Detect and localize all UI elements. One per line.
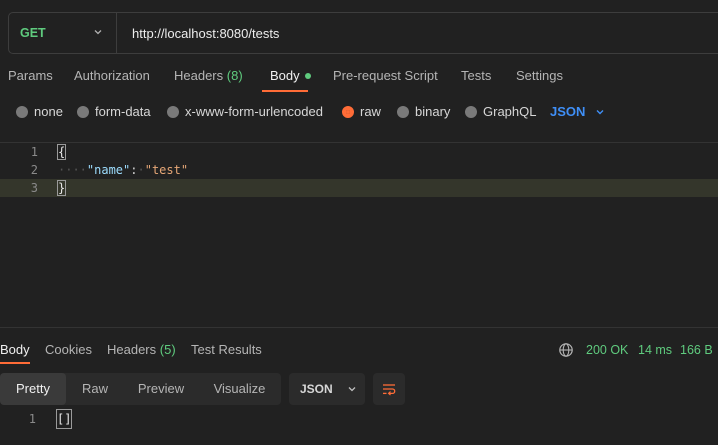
response-active-tab-underline	[0, 362, 30, 364]
wrap-lines-icon	[383, 384, 396, 396]
line-code: {	[56, 143, 67, 161]
globe-icon[interactable]	[558, 342, 574, 358]
response-language-label: JSON	[300, 382, 333, 396]
chevron-down-icon	[596, 109, 604, 114]
body-language-select[interactable]: JSON	[550, 104, 607, 119]
response-json-array: []	[55, 409, 73, 429]
format-visualize-button[interactable]: Visualize	[198, 373, 281, 405]
response-tab-headers-count: (5)	[159, 342, 176, 357]
tab-headers[interactable]: Headers (8)	[174, 60, 243, 92]
radio-label: form-data	[95, 104, 151, 119]
space-whitespace: ·	[137, 163, 145, 177]
tab-settings[interactable]: Settings	[516, 60, 563, 92]
radio-circle	[77, 105, 89, 118]
tab-prerequest-script[interactable]: Pre-request Script	[333, 60, 438, 92]
line-code: ····"name":·"test"	[58, 161, 188, 179]
response-tab-headers[interactable]: Headers (5)	[107, 336, 176, 364]
radio-form-data[interactable]: form-data	[77, 104, 151, 119]
method-label: GET	[20, 26, 46, 40]
radio-graphql[interactable]: GraphQL	[465, 104, 536, 119]
tab-authorization[interactable]: Authorization	[74, 60, 150, 92]
tab-headers-count: (8)	[226, 68, 243, 83]
request-bar: GET http://localhost:8080/tests	[8, 12, 718, 54]
chevron-down-icon	[94, 30, 102, 35]
response-format-toolbar: Pretty Raw Preview Visualize	[0, 373, 281, 405]
response-size[interactable]: 166 B	[680, 336, 713, 364]
radio-label: GraphQL	[483, 104, 537, 119]
radio-circle	[465, 105, 477, 118]
tab-body-label: Body	[270, 68, 300, 83]
method-select[interactable]: GET	[9, 13, 117, 53]
line-code: }	[56, 179, 67, 197]
response-time[interactable]: 14 ms	[638, 336, 672, 364]
format-raw-button[interactable]: Raw	[66, 373, 124, 405]
active-tab-underline	[262, 90, 308, 92]
radio-urlencoded[interactable]: x-www-form-urlencoded	[167, 104, 323, 119]
radio-circle	[16, 105, 28, 118]
url-input[interactable]: http://localhost:8080/tests	[117, 26, 279, 41]
editor-line-current: 3 }	[0, 179, 718, 197]
indent-whitespace: ····	[58, 163, 87, 177]
response-status[interactable]: 200 OK	[586, 336, 628, 364]
body-indicator-dot	[304, 72, 311, 79]
open-brace: {	[56, 144, 67, 160]
line-number: 1	[30, 145, 38, 159]
tab-tests[interactable]: Tests	[461, 60, 491, 92]
radio-label: x-www-form-urlencoded	[185, 104, 323, 119]
body-editor[interactable]: 1 { 2 ····"name":·"test" 3 }	[0, 142, 718, 328]
radio-binary[interactable]: binary	[397, 104, 450, 119]
json-value: "test"	[144, 163, 189, 177]
json-key: "name"	[86, 163, 131, 177]
format-preview-button[interactable]: Preview	[124, 373, 198, 405]
response-tab-test-results[interactable]: Test Results	[191, 336, 262, 364]
radio-circle	[397, 105, 409, 118]
tab-body[interactable]: Body	[270, 60, 311, 92]
radio-label: binary	[415, 104, 451, 119]
response-tab-headers-label: Headers	[107, 342, 157, 357]
response-tab-cookies[interactable]: Cookies	[45, 336, 92, 364]
editor-line: 1 {	[0, 143, 718, 161]
json-colon: :	[130, 163, 138, 177]
body-language-label: JSON	[550, 104, 586, 119]
response-body[interactable]: 1 []	[0, 409, 718, 429]
radio-label: raw	[360, 104, 381, 119]
radio-circle-selected	[342, 105, 354, 118]
line-number: 2	[30, 163, 38, 177]
radio-circle	[167, 105, 179, 118]
line-number: 3	[30, 181, 38, 195]
response-tab-body[interactable]: Body	[0, 336, 30, 364]
editor-line: 2 ····"name":·"test"	[0, 161, 718, 179]
close-brace: }	[56, 180, 67, 196]
tab-headers-label: Headers	[174, 68, 224, 83]
chevron-down-icon	[348, 387, 356, 392]
response-language-select[interactable]: JSON	[289, 373, 365, 405]
radio-none[interactable]: none	[16, 104, 63, 119]
wrap-lines-button[interactable]	[373, 373, 405, 405]
line-number: 1	[28, 412, 36, 426]
format-pretty-button[interactable]: Pretty	[0, 373, 66, 405]
radio-raw[interactable]: raw	[342, 104, 381, 119]
tab-params[interactable]: Params	[8, 60, 53, 92]
radio-label: none	[34, 104, 63, 119]
